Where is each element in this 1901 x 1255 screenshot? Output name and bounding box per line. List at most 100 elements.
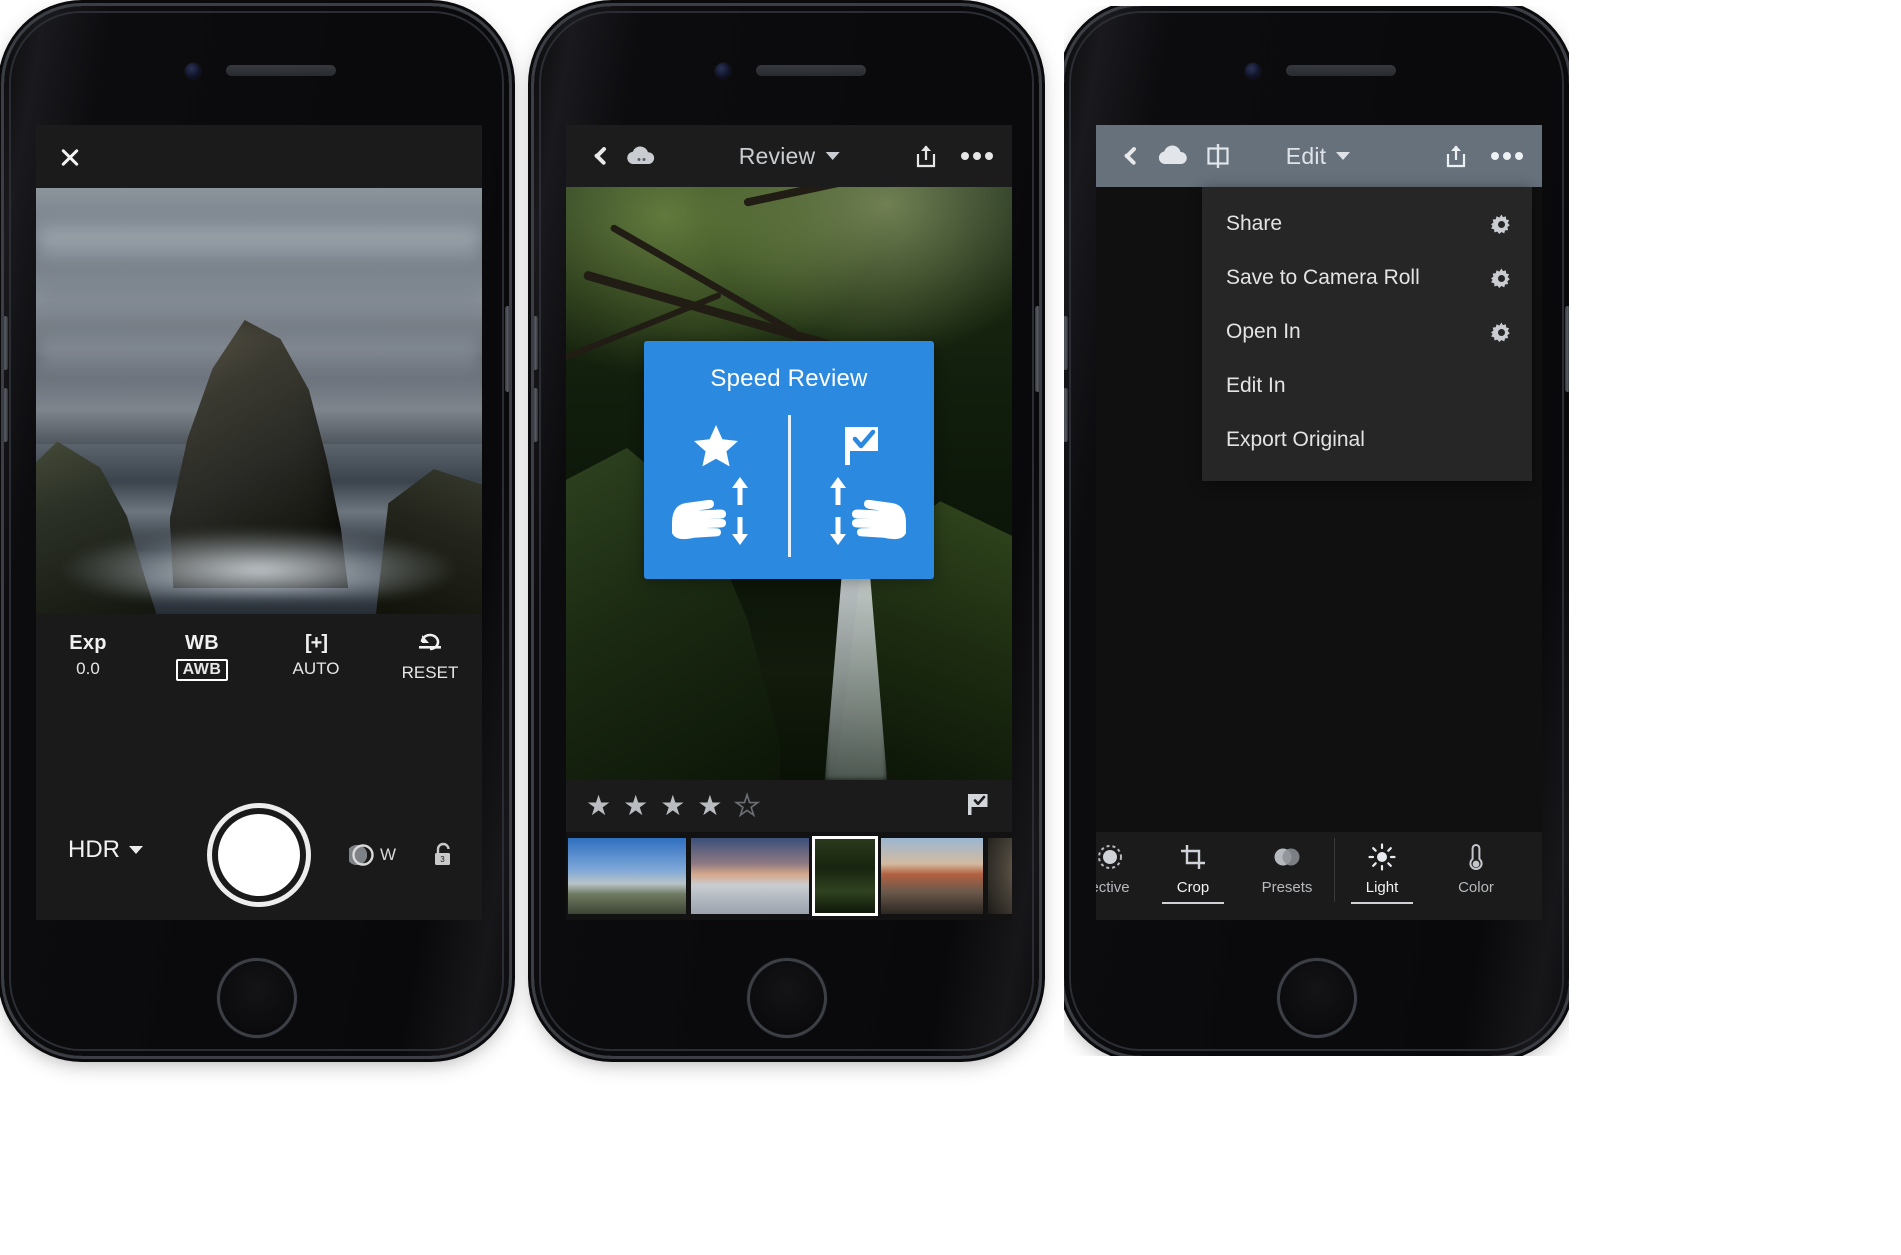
menu-item-label: Export Original <box>1226 428 1365 451</box>
exposure-label: Exp <box>69 632 107 654</box>
edit-title-button[interactable]: Edit <box>1285 142 1351 170</box>
gear-icon[interactable] <box>1491 267 1512 289</box>
white-balance-value-wrap: AWB <box>168 659 236 681</box>
edit-options-menu: Share Save to Camera Roll Open In Edit I… <box>1202 187 1532 481</box>
cloud-sync-button[interactable] <box>618 145 662 167</box>
tool-crop[interactable]: Crop <box>1146 832 1240 920</box>
edit-topbar: Edit <box>1096 125 1542 187</box>
phone-camera: Exp 0.0 WB AWB [+] AUTO RESET HDR W 3 <box>4 6 509 1056</box>
star-icon[interactable]: ★ <box>623 792 648 820</box>
share-button[interactable] <box>1444 143 1468 169</box>
star-icon[interactable]: ★ <box>734 791 761 821</box>
volume-up-button[interactable] <box>534 316 538 370</box>
swipe-gesture-right <box>816 475 908 549</box>
flag-pick-button[interactable] <box>964 791 992 822</box>
share-button[interactable] <box>914 143 938 169</box>
swipe-vertical-hand-icon <box>671 476 748 545</box>
shutter-button[interactable] <box>218 814 300 896</box>
camera-topbar <box>36 125 482 188</box>
power-button[interactable] <box>505 306 509 392</box>
svg-text:3: 3 <box>440 855 445 864</box>
reset-undo-icon <box>396 632 464 658</box>
page-title: Edit <box>1285 142 1327 169</box>
swipe-gesture-left <box>670 475 762 549</box>
selective-icon <box>1097 842 1123 872</box>
tool-color[interactable]: Color <box>1429 832 1523 920</box>
thumb-moonlit-lake[interactable] <box>988 838 1012 914</box>
home-button[interactable] <box>1276 958 1357 1038</box>
review-screen: Review Speed Review ★ ★ ★ ★ ★ <box>566 125 1012 920</box>
thumb-pastel-shore[interactable] <box>691 838 809 914</box>
camera-viewfinder[interactable] <box>36 188 482 614</box>
edit-toolbar[interactable]: ective Crop <box>1096 832 1542 920</box>
thumb-forest-selected[interactable] <box>812 836 878 916</box>
more-options-button[interactable] <box>960 151 994 161</box>
cloud-icon <box>1158 145 1187 164</box>
more-dots-icon <box>1491 152 1523 160</box>
power-button[interactable] <box>1035 306 1039 392</box>
chevron-left-icon <box>1124 143 1139 169</box>
filmstrip[interactable] <box>566 832 1012 920</box>
more-options-button[interactable] <box>1490 151 1524 161</box>
back-button[interactable] <box>584 143 618 169</box>
aperture-icon <box>348 844 374 866</box>
gear-icon[interactable] <box>1491 213 1512 235</box>
tool-presets[interactable]: Presets <box>1240 832 1334 920</box>
volume-up-button[interactable] <box>4 316 8 370</box>
thumb-golden-gate-bridge[interactable] <box>881 838 983 914</box>
menu-item-share[interactable]: Share <box>1202 197 1532 251</box>
volume-down-button[interactable] <box>4 388 8 442</box>
star-icon[interactable]: ★ <box>586 792 611 820</box>
menu-item-label: Edit In <box>1226 374 1286 397</box>
lens-toggle-button[interactable]: W <box>348 844 396 866</box>
speed-review-title: Speed Review <box>710 364 868 392</box>
home-button[interactable] <box>216 958 297 1038</box>
star-icon[interactable]: ★ <box>697 792 722 820</box>
volume-down-button[interactable] <box>1064 388 1068 442</box>
menu-item-save-to-camera-roll[interactable]: Save to Camera Roll <box>1202 251 1532 305</box>
menu-item-edit-in[interactable]: Edit In <box>1202 359 1532 413</box>
exposure-control[interactable]: Exp 0.0 <box>54 632 122 683</box>
volume-down-button[interactable] <box>534 388 538 442</box>
focus-control[interactable]: [+] AUTO <box>282 632 350 683</box>
star-icon[interactable]: ★ <box>660 792 685 820</box>
exposure-value: 0.0 <box>76 659 100 678</box>
tool-label: ective <box>1096 879 1130 896</box>
tool-selective[interactable]: ective <box>1096 832 1146 920</box>
power-button[interactable] <box>1565 306 1569 392</box>
tool-effects[interactable]: Effects <box>1523 832 1542 920</box>
camera-settings-row: Exp 0.0 WB AWB [+] AUTO RESET <box>36 614 482 683</box>
review-topbar: Review <box>566 125 1012 187</box>
menu-item-label: Open In <box>1226 320 1301 343</box>
home-button[interactable] <box>746 958 827 1038</box>
tool-light[interactable]: Light <box>1335 832 1429 920</box>
menu-item-export-original[interactable]: Export Original <box>1202 413 1532 467</box>
cloud-sync-button[interactable] <box>1148 145 1196 167</box>
white-balance-control[interactable]: WB AWB <box>168 632 236 683</box>
reset-control[interactable]: RESET <box>396 632 464 683</box>
capture-mode-button[interactable]: HDR <box>68 836 143 864</box>
gear-icon[interactable] <box>1491 321 1512 343</box>
sun <box>1368 538 1399 569</box>
star-icon <box>693 424 738 467</box>
chevron-down-icon <box>1336 152 1351 160</box>
back-button[interactable] <box>1114 143 1148 169</box>
lock-icon[interactable]: 3 <box>432 842 456 873</box>
review-title-button[interactable]: Review <box>739 143 840 170</box>
cloud-streak <box>36 226 482 256</box>
thumb-campground[interactable] <box>568 838 686 914</box>
chevron-down-icon <box>129 846 143 854</box>
front-camera-icon <box>1245 63 1261 79</box>
star-rating[interactable]: ★ ★ ★ ★ ★ <box>586 791 761 821</box>
cloud-icon <box>627 146 655 164</box>
tool-label: Light <box>1365 879 1399 896</box>
volume-up-button[interactable] <box>1064 316 1068 370</box>
capture-mode-label: HDR <box>68 836 120 863</box>
cloud-streak <box>36 280 482 310</box>
menu-item-open-in[interactable]: Open In <box>1202 305 1532 359</box>
tool-label: Crop <box>1176 879 1210 896</box>
review-photo[interactable]: Speed Review <box>566 187 1012 780</box>
chevron-down-icon <box>825 152 840 160</box>
close-icon[interactable] <box>55 142 85 172</box>
compare-before-after-button[interactable] <box>1196 143 1240 169</box>
